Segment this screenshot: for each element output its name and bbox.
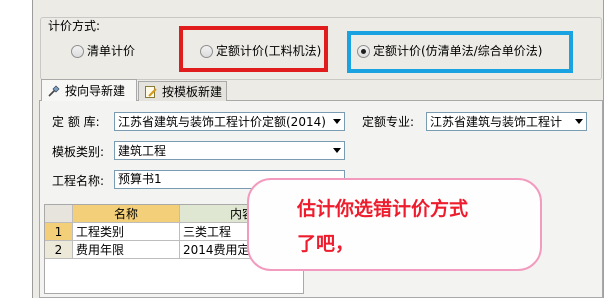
annotation-text: 估计你选错计价方式 了吧，: [297, 192, 537, 262]
chevron-down-icon[interactable]: [330, 142, 344, 159]
radio-bill-pricing[interactable]: 清单计价: [71, 43, 135, 59]
red-highlight-box: [179, 26, 328, 72]
annotation-line-1: 估计你选错计价方式: [297, 198, 469, 220]
grid-column-header-name[interactable]: 名称: [73, 205, 180, 223]
grid-cell-name[interactable]: 费用年限: [73, 241, 180, 259]
tab-label: 按模板新建: [162, 85, 223, 99]
blue-highlight-box: [347, 31, 573, 73]
template-type-select[interactable]: 建筑工程: [114, 141, 345, 160]
grid-corner-header: [45, 205, 73, 223]
quota-lib-label: 定 额 库:: [52, 115, 100, 129]
quota-lib-select[interactable]: 江苏省建筑与装饰工程计价定额(2014): [114, 112, 345, 131]
tab-template-new[interactable]: 按模板新建: [138, 81, 227, 101]
project-name-label: 工程名称:: [52, 174, 105, 188]
tab-wizard-new[interactable]: 按向导新建: [41, 79, 137, 101]
template-icon: [144, 85, 158, 99]
grid-cell-name[interactable]: 工程类别: [73, 223, 180, 241]
grid-row-number[interactable]: 1: [45, 223, 73, 241]
template-type-label: 模板类别:: [52, 145, 105, 159]
left-panel: [0, 0, 33, 298]
quota-lib-value: 江苏省建筑与装饰工程计价定额(2014): [118, 115, 326, 129]
quota-major-value: 江苏省建筑与装饰工程计: [430, 115, 563, 129]
chevron-down-icon[interactable]: [572, 113, 586, 130]
grid-row-number[interactable]: 2: [45, 241, 73, 259]
template-type-value: 建筑工程: [118, 144, 167, 158]
wizard-icon: [47, 84, 61, 98]
chevron-down-icon[interactable]: [330, 113, 344, 130]
tab-label: 按向导新建: [65, 84, 126, 98]
pricing-method-legend: 计价方式:: [46, 18, 103, 34]
radio-label: 清单计价: [87, 44, 136, 58]
quota-major-label: 定额专业:: [362, 115, 415, 129]
right-scroll-edge: [603, 0, 608, 298]
quota-major-select[interactable]: 江苏省建筑与装饰工程计: [426, 112, 587, 131]
radio-button-icon[interactable]: [71, 45, 84, 58]
annotation-line-2: 了吧，: [297, 233, 355, 255]
